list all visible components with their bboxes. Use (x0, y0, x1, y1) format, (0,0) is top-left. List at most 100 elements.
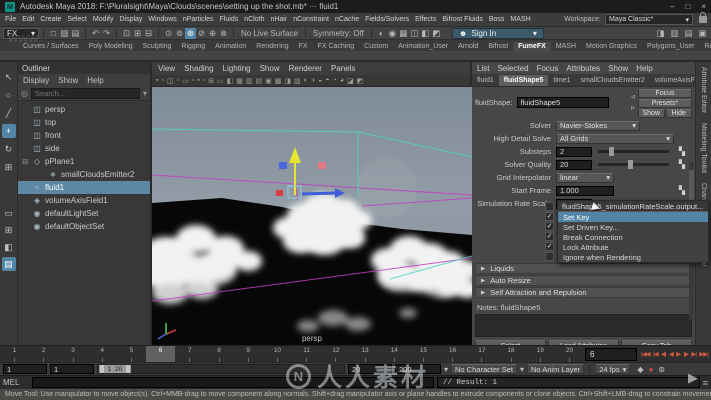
menu-item[interactable]: Select (66, 15, 87, 24)
frame-cell[interactable]: 3 (58, 346, 87, 362)
play-forwards-button[interactable]: ▶ (676, 350, 680, 358)
menu-item[interactable]: Modify (92, 15, 115, 24)
live-surface-label[interactable]: No Live Surface (238, 29, 301, 38)
attribute-editor-menu-item[interactable]: Focus (537, 64, 559, 73)
symmetry-label[interactable]: Symmetry: Off (310, 29, 367, 38)
safe-title-icon[interactable]: ▣ (265, 77, 272, 85)
snap-to-projected-center-icon[interactable]: ⊘ (196, 28, 207, 39)
shelf-content[interactable] (0, 51, 711, 62)
substeps-slider[interactable] (598, 150, 669, 153)
redo-icon[interactable]: ↷ (101, 28, 112, 39)
shelf-tab[interactable]: Sculpting (138, 42, 177, 51)
toggle-modeling-toolkit-icon[interactable]: ◨ (655, 28, 666, 39)
menu-item[interactable]: nHair (269, 15, 288, 24)
shelf-tab[interactable]: Animation_User (393, 42, 453, 51)
shelf-tab[interactable]: Rendering (251, 42, 293, 51)
frame-cell[interactable]: 15 (409, 346, 438, 362)
context-menu-item[interactable]: Ignore when Rendering (558, 252, 708, 262)
frame-cell[interactable]: 9 (234, 346, 263, 362)
character-set-dropdown[interactable]: No Character Set (451, 364, 517, 374)
slider-handle[interactable] (609, 147, 614, 156)
outliner-item[interactable]: ◫ front (18, 129, 150, 142)
multisampling-icon[interactable]: ◔ (333, 77, 337, 84)
attribute-editor-menu-item[interactable]: Selected (497, 64, 528, 73)
wireframe-icon[interactable]: ▩ (275, 77, 282, 85)
outliner-item[interactable]: ∗ smallCloudsEmitter2 (18, 168, 150, 181)
substeps-field[interactable]: 2 (556, 147, 592, 157)
viewport-menu-item[interactable]: Panels (331, 64, 355, 73)
range-end-handle[interactable] (126, 365, 130, 373)
checkbox[interactable]: ✓ (545, 232, 554, 241)
viewport-menu-item[interactable]: Show (260, 64, 280, 73)
maximize-button[interactable]: □ (685, 2, 690, 11)
render-settings-icon[interactable]: ▦ (398, 28, 409, 39)
slider-handle[interactable] (628, 160, 633, 169)
context-menu-item[interactable]: Break Connection (558, 232, 708, 242)
lasso-select-tool[interactable]: ○ (2, 88, 16, 102)
open-scene-icon[interactable]: ▨ (59, 28, 70, 39)
frame-cell[interactable]: 7 (175, 346, 204, 362)
frame-cell[interactable]: 1 (0, 346, 29, 362)
attribute-editor-menu-item[interactable]: Show (608, 64, 628, 73)
minimize-button[interactable]: – (670, 2, 674, 11)
grid-interpolator-dropdown[interactable]: linear ▾ (556, 173, 614, 183)
outliner-item[interactable]: ◫ persp (18, 103, 150, 116)
context-menu-item[interactable]: Lock Attribute (558, 242, 708, 252)
shelf-tab[interactable]: Poly Modeling (84, 42, 138, 51)
select-camera-icon[interactable]: ▪ (156, 77, 158, 84)
presets-button[interactable]: Presets* (638, 99, 692, 108)
go-to-end-button[interactable]: ▶▶| (699, 350, 708, 358)
range-start-handle[interactable] (100, 365, 104, 373)
section-header[interactable]: ▶ Auto Resize (475, 275, 692, 286)
outliner-item[interactable]: ◉ defaultLightSet (18, 207, 150, 220)
menu-item[interactable]: Boss (488, 15, 506, 24)
film-gate-icon[interactable]: ▭ (217, 77, 224, 85)
frame-cell[interactable]: 10 (263, 346, 292, 362)
toggle-channel-box-icon[interactable]: ▣ (697, 28, 708, 39)
node-tab[interactable]: time1 (548, 75, 575, 86)
section-header[interactable]: ▶ Liquids (475, 263, 692, 274)
frame-cell[interactable]: 5 (117, 346, 146, 362)
command-input[interactable] (32, 377, 434, 388)
image-plane-icon[interactable]: ▭ (182, 77, 189, 85)
snap-to-curves-icon[interactable]: ⊚ (174, 28, 185, 39)
texture-map-icon[interactable]: ▚ (679, 186, 685, 195)
shelf-tab[interactable]: Curves / Surfaces (18, 42, 84, 51)
section-header[interactable]: ▶ Self Attraction and Repulsion (475, 287, 692, 298)
save-scene-icon[interactable]: ▤ (70, 28, 81, 39)
range-slider-track[interactable]: 1 20 (97, 364, 345, 374)
viewport-menu-item[interactable]: Shading (184, 64, 213, 73)
set-key-icon[interactable]: ◆ (637, 365, 643, 374)
start-frame-field[interactable]: 1.000 (556, 186, 614, 196)
toggle-tool-settings-icon[interactable]: ▤ (683, 28, 694, 39)
isolate-select-icon[interactable]: ◪ (347, 77, 354, 85)
persp-panel-layout-button[interactable]: ▤ (2, 257, 16, 271)
viewport-menu-item[interactable]: View (158, 64, 175, 73)
ipr-render-icon[interactable]: ◉ (387, 28, 398, 39)
rotate-tool[interactable]: ↻ (2, 142, 16, 156)
show-button[interactable]: Show (638, 109, 665, 118)
shaded-icon[interactable]: ◨ (284, 77, 291, 85)
frame-cell[interactable]: 6 (146, 346, 175, 362)
menu-item[interactable]: Fields/Solvers (364, 15, 410, 24)
viewport-menu-item[interactable]: Lighting (223, 64, 251, 73)
oversampling-icon[interactable]: ▪ (197, 77, 199, 84)
frame-cell[interactable]: 11 (292, 346, 321, 362)
high-detail-solve-dropdown[interactable]: All Grids ▾ (556, 134, 674, 144)
frame-cell[interactable]: 18 (496, 346, 525, 362)
filter-icon[interactable]: ◎ (21, 89, 28, 98)
shelf-tab[interactable]: RealFlow (699, 42, 711, 51)
menu-item[interactable]: nCloth (243, 15, 265, 24)
paint-select-tool[interactable]: ╱ (2, 106, 16, 120)
close-button[interactable]: × (701, 2, 706, 11)
frame-cell[interactable]: 4 (88, 346, 117, 362)
render-current-frame-icon[interactable]: ◐ (376, 28, 387, 39)
outliner-menu-item[interactable]: Help (87, 76, 103, 85)
checkbox[interactable]: ✓ (545, 212, 554, 221)
persp-outliner-layout-button[interactable]: ◧ (2, 240, 16, 254)
viewport-menu-item[interactable]: Renderer (289, 64, 322, 73)
menu-item[interactable]: File (4, 15, 17, 24)
sign-in-button[interactable]: ☻ Sign In ▾ (452, 28, 544, 39)
grid-toggle-icon[interactable]: ⊞ (208, 77, 214, 85)
menu-item[interactable]: Edit (21, 15, 35, 24)
